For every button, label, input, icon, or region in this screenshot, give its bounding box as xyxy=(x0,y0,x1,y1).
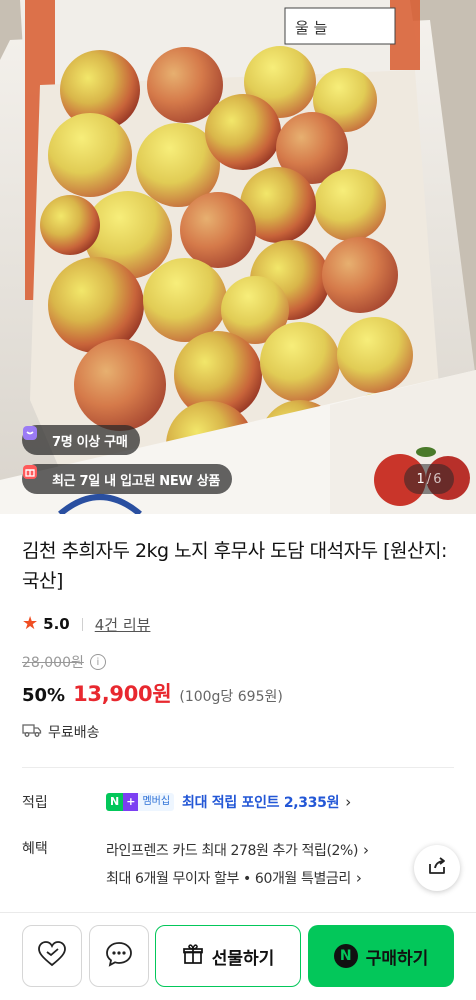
chevron-right-icon: › xyxy=(363,841,369,859)
chevron-right-icon: › xyxy=(355,869,362,887)
rating-score: 5.0 xyxy=(43,615,70,633)
original-price-row: 28,000원 i xyxy=(22,651,106,673)
info-icon[interactable]: i xyxy=(89,654,106,670)
buy-button[interactable]: N 구매하기 xyxy=(308,925,454,987)
price-row: 50% 13,900원 (100g당 695원) xyxy=(22,678,283,710)
gift-button[interactable]: 선물하기 xyxy=(155,925,301,987)
points-label: 적립 xyxy=(22,795,48,811)
image-total: 6 xyxy=(433,471,442,487)
talk-button[interactable] xyxy=(89,925,149,987)
product-title: 김천 추희자두 2kg 노지 후무사 도담 대석자두 [원산지:국산] xyxy=(22,540,447,592)
truck-icon xyxy=(22,722,42,742)
new-arrival-badge-text: 최근 7일 내 입고된 NEW 상품 xyxy=(52,473,221,489)
gift-button-label: 선물하기 xyxy=(211,948,275,969)
gift-box-icon xyxy=(23,465,45,488)
discount-rate: 50% xyxy=(22,685,66,706)
product-image-carousel[interactable]: 울 늘 7명 이상 구매 최근 7일 내 입고된 NEW 상품 1 / 6 xyxy=(0,0,476,514)
rating-row: ★ 5.0 4건 리뷰 xyxy=(22,612,150,636)
buyers-badge-text: 7명 이상 구매 xyxy=(52,434,128,450)
image-index: 1 xyxy=(416,471,425,487)
naver-n-icon: N xyxy=(333,944,358,968)
benefits-label: 혜택 xyxy=(22,841,48,857)
chevron-right-icon: › xyxy=(345,793,352,811)
heart-check-icon xyxy=(37,940,67,972)
shipping-text: 무료배송 xyxy=(48,725,100,741)
box-logo: 울 늘 xyxy=(295,19,328,37)
points-row[interactable]: 적립 N + 멤버십 최대 적립 포인트 2,335원 › xyxy=(22,790,454,814)
star-icon: ★ xyxy=(22,613,39,634)
npay-membership-badge: N + 멤버십 xyxy=(106,793,175,811)
shipping-row: 무료배송 xyxy=(22,721,100,743)
gift-icon xyxy=(182,943,204,970)
buyers-badge: 7명 이상 구매 xyxy=(22,425,140,455)
bag-icon xyxy=(23,426,45,449)
buy-button-label: 구매하기 xyxy=(365,948,429,969)
divider xyxy=(81,617,83,631)
original-price: 28,000원 xyxy=(22,655,84,671)
unit-price: (100g당 695원) xyxy=(179,689,283,705)
share-button[interactable] xyxy=(414,845,460,891)
benefit-installment[interactable]: 최대 6개월 무이자 할부 • 60개월 특별금리 › xyxy=(106,864,446,892)
review-link[interactable]: 4건 리뷰 xyxy=(95,614,151,635)
sale-price: 13,900원 xyxy=(73,682,172,706)
image-counter: 1 / 6 xyxy=(404,464,454,494)
max-points-text: 최대 적립 포인트 2,335원 xyxy=(182,795,340,811)
new-arrival-badge: 최근 7일 내 입고된 NEW 상품 xyxy=(22,464,233,494)
benefit-card-points[interactable]: 라인프렌즈 카드 최대 278원 추가 적립(2%) › xyxy=(106,836,446,864)
chat-bubble-icon xyxy=(105,940,133,972)
section-divider xyxy=(22,767,454,768)
bottom-action-bar: 선물하기 N 구매하기 xyxy=(0,912,476,1000)
wishlist-button[interactable] xyxy=(22,925,82,987)
share-icon xyxy=(426,855,448,881)
